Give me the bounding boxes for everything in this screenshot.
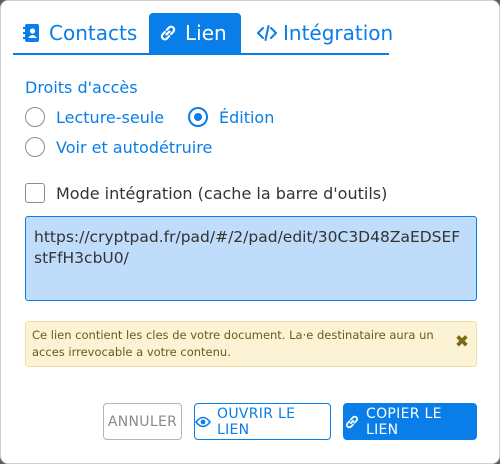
- tab-bar: Contacts Lien Intégration: [13, 13, 393, 55]
- link-icon: [157, 22, 179, 44]
- radio-edit-control[interactable]: [188, 107, 208, 127]
- code-icon: [257, 22, 277, 44]
- share-modal: Contacts Lien Intégration Droits d'accès…: [0, 0, 500, 464]
- radio-view-once-control[interactable]: [25, 137, 45, 157]
- radio-edit[interactable]: Édition: [188, 107, 274, 127]
- tab-link[interactable]: Lien: [149, 13, 241, 53]
- embed-mode-label: Mode intégration (cache la barre d'outil…: [56, 183, 388, 203]
- eye-icon: [195, 414, 211, 430]
- radio-read-only-control[interactable]: [25, 107, 45, 127]
- warning-alert-text: Ce lien contient les cles de votre docum…: [32, 328, 434, 359]
- cancel-button-label: ANNULER: [107, 413, 178, 430]
- embed-mode-option[interactable]: Mode intégration (cache la barre d'outil…: [25, 183, 387, 203]
- radio-read-only[interactable]: Lecture-seule: [25, 107, 164, 127]
- tab-link-label: Lien: [185, 21, 227, 45]
- copy-link-button-label: COPIER LE LIEN: [366, 405, 442, 438]
- embed-mode-checkbox[interactable]: [25, 183, 45, 203]
- tab-integration-label: Intégration: [283, 21, 394, 45]
- close-icon[interactable]: ✖: [454, 334, 470, 351]
- tab-contacts[interactable]: Contacts: [13, 13, 149, 53]
- radio-edit-label: Édition: [219, 107, 275, 127]
- address-book-icon: [21, 22, 43, 44]
- access-rights-title: Droits d'accès: [25, 78, 138, 97]
- tab-integration[interactable]: Intégration: [249, 13, 393, 53]
- radio-read-only-label: Lecture-seule: [56, 107, 165, 127]
- open-link-button-label: OUVRIR LE LIEN: [217, 405, 296, 438]
- cancel-button[interactable]: ANNULER: [103, 403, 182, 440]
- warning-alert: Ce lien contient les cles de votre docum…: [25, 321, 477, 367]
- open-link-button[interactable]: OUVRIR LE LIEN: [194, 403, 331, 440]
- tab-contacts-label: Contacts: [49, 21, 138, 45]
- radio-view-once-label: Voir et autodétruire: [56, 137, 213, 157]
- copy-link-button[interactable]: COPIER LE LIEN: [343, 403, 477, 440]
- link-icon: [344, 414, 360, 430]
- share-link-field[interactable]: https://cryptpad.fr/pad/#/2/pad/edit/30C…: [25, 216, 477, 301]
- radio-view-once[interactable]: Voir et autodétruire: [25, 137, 212, 157]
